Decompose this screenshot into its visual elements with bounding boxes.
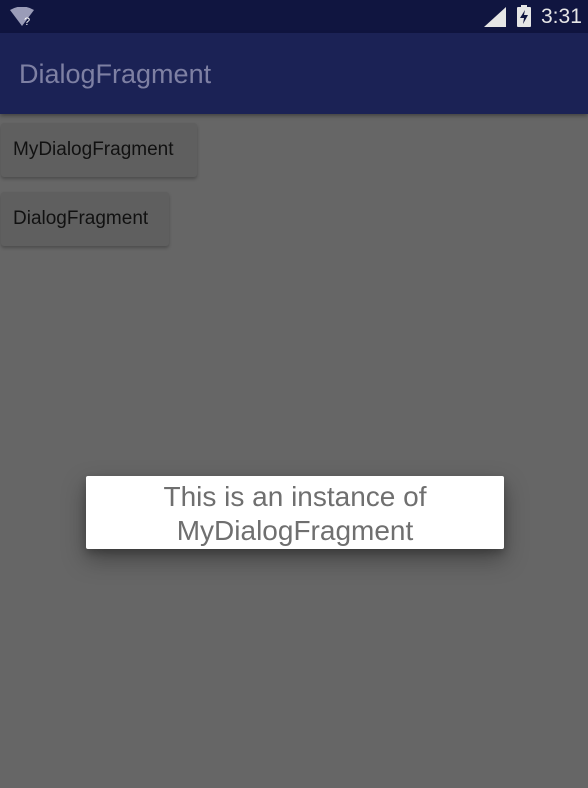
app-title: DialogFragment — [19, 59, 212, 89]
wifi-icon: ? — [10, 7, 34, 26]
battery-charging-icon — [517, 5, 531, 27]
screen: ? 3:31 DialogFragment MyDialogFragment D… — [0, 0, 588, 788]
status-clock: 3:31 — [541, 5, 582, 28]
wifi-badge: ? — [24, 16, 30, 26]
status-bar: ? 3:31 — [0, 0, 588, 33]
my-dialog-fragment-button[interactable]: MyDialogFragment — [1, 123, 197, 177]
app-bar: DialogFragment — [0, 33, 588, 114]
cell-signal-icon — [484, 7, 506, 27]
dialog-fragment-button[interactable]: DialogFragment — [1, 192, 169, 246]
dialog-message-line-1: This is an instance of — [163, 481, 427, 512]
dialog-message-line-2: MyDialogFragment — [176, 515, 414, 546]
dialog: This is an instance of MyDialogFragment — [86, 476, 504, 549]
